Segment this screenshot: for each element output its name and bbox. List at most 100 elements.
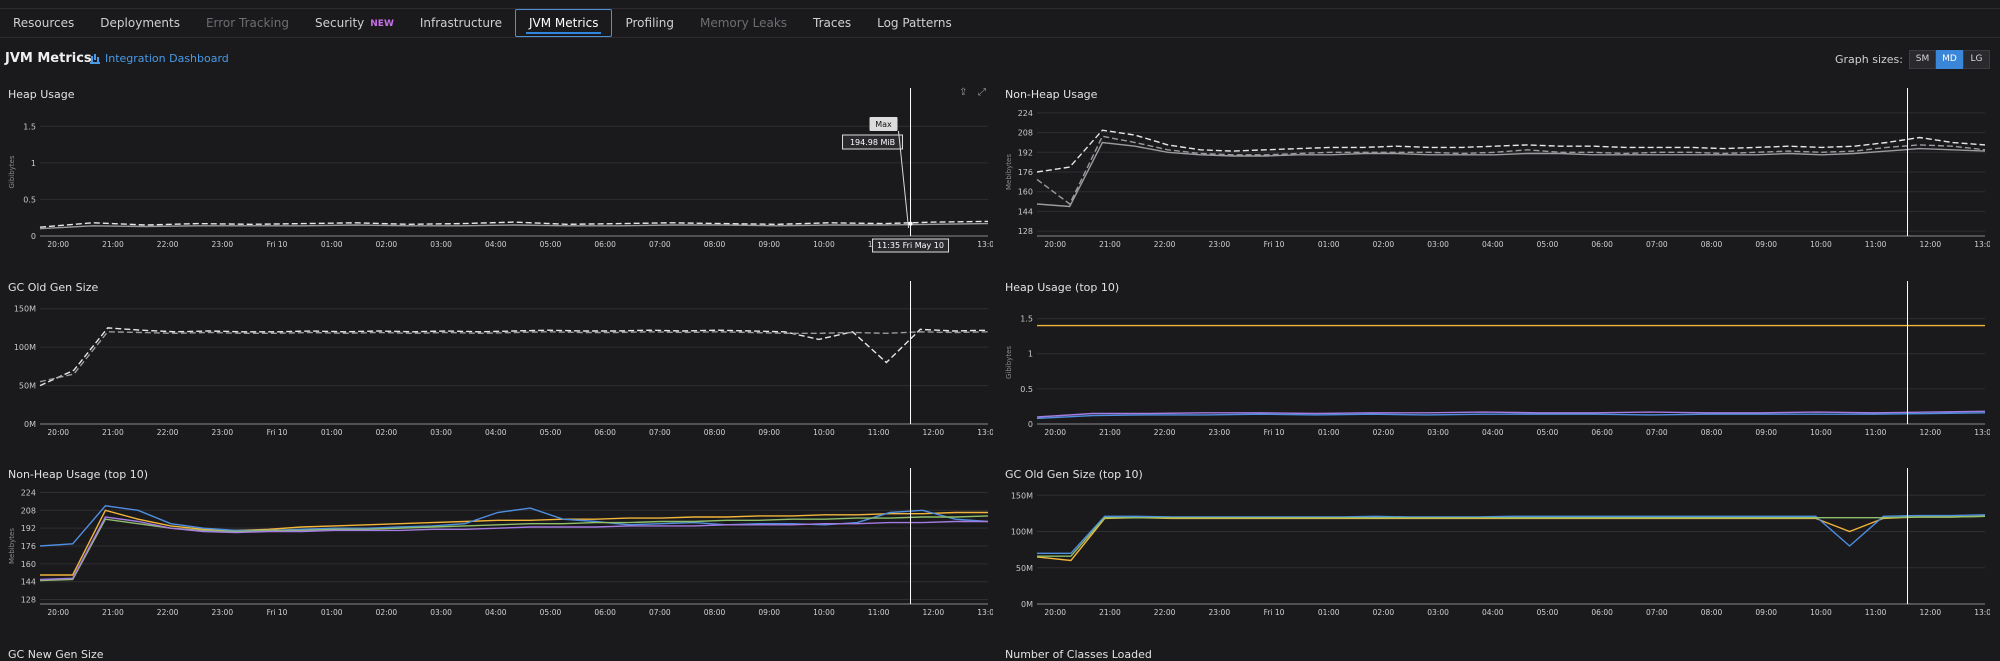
x-tick-label: 20:00 bbox=[1044, 428, 1066, 437]
chart-title: Non-Heap Usage bbox=[1005, 88, 1098, 101]
x-tick-label: 04:00 bbox=[1482, 608, 1504, 617]
series-line bbox=[1036, 515, 1986, 562]
series-line bbox=[39, 516, 988, 581]
y-tick-label: 50M bbox=[19, 382, 36, 391]
tab-profiling[interactable]: Profiling bbox=[612, 10, 687, 36]
tab-log-patterns[interactable]: Log Patterns bbox=[864, 10, 965, 36]
x-tick-label: 02:00 bbox=[376, 240, 398, 249]
y-tick-label: 224 bbox=[21, 488, 36, 497]
x-tick-label: Fri 10 bbox=[1264, 608, 1285, 617]
x-tick-label: 05:00 bbox=[1537, 428, 1559, 437]
integration-dashboard-link[interactable]: Integration Dashboard bbox=[90, 52, 229, 65]
chart-title: GC Old Gen Size bbox=[8, 281, 99, 294]
x-tick-label: 11:00 bbox=[868, 428, 890, 437]
tooltip-value: 194.98 MiB bbox=[850, 138, 895, 147]
x-tick-label: 08:00 bbox=[1701, 428, 1723, 437]
x-tick-label: 13:00 bbox=[1974, 608, 1990, 617]
x-tick-label: 22:00 bbox=[157, 240, 179, 249]
x-tick-label: 12:00 bbox=[922, 428, 944, 437]
series-line bbox=[39, 222, 989, 230]
chart-title: GC New Gen Size bbox=[8, 648, 104, 661]
x-tick-label: 06:00 bbox=[594, 240, 616, 249]
x-tick-label: 04:00 bbox=[485, 240, 507, 249]
tab-traces[interactable]: Traces bbox=[800, 10, 864, 36]
y-tick-label: 50M bbox=[1016, 564, 1033, 573]
tab-security[interactable]: Security NEW bbox=[302, 10, 407, 37]
x-tick-label: 12:00 bbox=[922, 608, 944, 617]
size-sm-button[interactable]: SM bbox=[1909, 50, 1936, 69]
chart-svg: 0M 50M 100M 150M 20:00 21:00 22:00 23:00 Fri 10 0… bbox=[14, 281, 993, 437]
x-tick-label: Fri 10 bbox=[267, 608, 288, 617]
chart-title: Heap Usage (top 10) bbox=[1005, 281, 1120, 294]
x-tick-label: 12:00 bbox=[1919, 428, 1941, 437]
tab-resources[interactable]: Resources bbox=[0, 10, 87, 36]
y-tick-label: 144 bbox=[21, 578, 36, 587]
y-tick-label: 160 bbox=[21, 560, 36, 569]
y-tick-label: 176 bbox=[21, 542, 36, 551]
x-tick-label: 20:00 bbox=[1044, 608, 1066, 617]
chart-svg: 128 144 160 176 192 208 224 Mebibytes 20:00 21:00… bbox=[1005, 88, 1990, 249]
chart-svg: 0M 50M 100M 150M 20:00 21:00 22:00 23:00 Fri 10 0… bbox=[1011, 468, 1990, 617]
cursor-time-label: 11:35 Fri May 10 bbox=[877, 241, 944, 250]
x-tick-label: 21:00 bbox=[1099, 428, 1121, 437]
y-tick-label: 1 bbox=[31, 159, 36, 168]
x-tick-label: 06:00 bbox=[594, 428, 616, 437]
y-tick-label: 224 bbox=[1018, 109, 1033, 118]
tab-memory-leaks[interactable]: Memory Leaks bbox=[687, 10, 800, 36]
tab-jvm-metrics[interactable]: JVM Metrics bbox=[515, 9, 613, 37]
y-tick-label: 208 bbox=[1018, 129, 1033, 138]
x-tick-label: 04:00 bbox=[1482, 240, 1504, 249]
x-tick-label: 20:00 bbox=[47, 428, 69, 437]
x-tick-label: 11:00 bbox=[1865, 608, 1887, 617]
x-tick-label: 04:00 bbox=[1482, 428, 1504, 437]
y-tick-label: 1 bbox=[1028, 350, 1033, 359]
tab-error-tracking[interactable]: Error Tracking bbox=[193, 10, 302, 36]
x-tick-label: 23:00 bbox=[1208, 428, 1230, 437]
x-tick-label: 01:00 bbox=[1318, 428, 1340, 437]
x-tick-label: Fri 10 bbox=[267, 240, 288, 249]
y-tick-label: 0M bbox=[1021, 600, 1033, 609]
x-tick-label: 07:00 bbox=[1646, 608, 1668, 617]
tab-infrastructure[interactable]: Infrastructure bbox=[407, 10, 515, 36]
y-tick-label: 144 bbox=[1018, 207, 1033, 216]
x-tick-label: 05:00 bbox=[1537, 608, 1559, 617]
x-tick-label: 12:00 bbox=[1919, 240, 1941, 249]
x-tick-label: 08:00 bbox=[1701, 608, 1723, 617]
x-tick-label: 03:00 bbox=[1427, 428, 1449, 437]
y-axis-label: Mebibytes bbox=[8, 528, 16, 564]
x-tick-label: 13:00 bbox=[977, 428, 993, 437]
x-tick-label: 03:00 bbox=[1427, 240, 1449, 249]
chart-title: Heap Usage bbox=[8, 88, 75, 101]
tab-label: Memory Leaks bbox=[699, 16, 788, 30]
size-lg-button[interactable]: LG bbox=[1963, 50, 1990, 69]
x-tick-label: 01:00 bbox=[321, 240, 343, 249]
y-tick-label: 150M bbox=[14, 305, 36, 314]
x-tick-label: Fri 10 bbox=[1264, 240, 1285, 249]
x-tick-label: 13:00 bbox=[977, 240, 993, 249]
x-tick-label: 13:00 bbox=[1974, 240, 1990, 249]
tab-deployments[interactable]: Deployments bbox=[87, 10, 193, 36]
y-tick-label: 150M bbox=[1011, 491, 1033, 500]
x-tick-label: 01:00 bbox=[321, 428, 343, 437]
chart-panel: 0M 50M 100M 150M 20:00 21:00 22:00 23:00 Fri 10 0… bbox=[1005, 468, 1990, 624]
x-tick-label: 02:00 bbox=[376, 608, 398, 617]
y-axis-label: Gibibytes bbox=[8, 155, 16, 188]
y-tick-label: 208 bbox=[21, 506, 36, 515]
tooltip-label: Max bbox=[875, 120, 892, 129]
tab-label: Profiling bbox=[625, 16, 674, 30]
x-tick-label: 06:00 bbox=[1591, 240, 1613, 249]
new-badge: NEW bbox=[370, 18, 394, 29]
x-tick-label: 21:00 bbox=[1099, 240, 1121, 249]
x-tick-label: 05:00 bbox=[540, 240, 562, 249]
x-tick-label: 23:00 bbox=[211, 608, 233, 617]
x-tick-label: 04:00 bbox=[485, 428, 507, 437]
x-tick-label: 05:00 bbox=[1537, 240, 1559, 249]
x-tick-label: 09:00 bbox=[758, 240, 780, 249]
x-tick-label: 21:00 bbox=[102, 608, 124, 617]
y-tick-label: 192 bbox=[1018, 148, 1033, 157]
y-tick-label: 160 bbox=[1018, 188, 1033, 197]
tab-label: Security bbox=[314, 15, 365, 30]
x-tick-label: 03:00 bbox=[1427, 608, 1449, 617]
x-tick-label: 23:00 bbox=[1208, 240, 1230, 249]
size-md-button[interactable]: MD bbox=[1936, 50, 1963, 69]
